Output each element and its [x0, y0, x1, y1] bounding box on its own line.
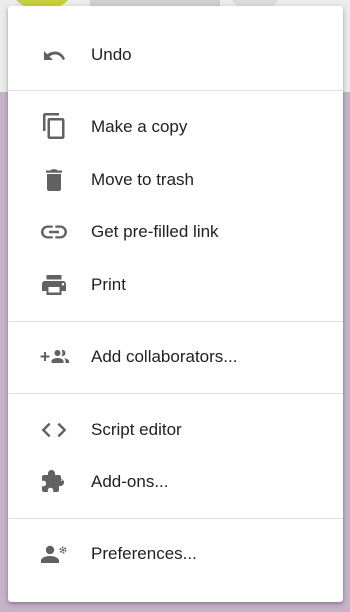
menu-divider	[8, 90, 343, 91]
undo-icon	[39, 43, 69, 67]
menu-item-label: Make a copy	[91, 117, 188, 136]
print-icon	[39, 273, 69, 297]
menu-item-label: Add collaborators...	[91, 347, 238, 366]
menu-item-label: Move to trash	[91, 170, 194, 189]
menu-item-preferences[interactable]: Preferences...	[8, 530, 343, 578]
menu-item-label: Preferences...	[91, 544, 197, 563]
puzzle-icon	[39, 470, 69, 494]
menu-item-move-to-trash[interactable]: Move to trash	[8, 156, 343, 204]
add-people-icon	[39, 345, 69, 369]
menu-item-label: Print	[91, 275, 126, 294]
menu-item-label: Get pre-filled link	[91, 222, 219, 241]
menu-item-label: Script editor	[91, 420, 182, 439]
menu-divider	[8, 321, 343, 322]
menu-item-print[interactable]: Print	[8, 261, 343, 309]
menu-item-script-editor[interactable]: Script editor	[8, 406, 343, 454]
link-icon	[39, 220, 69, 244]
menu-item-undo[interactable]: Undo	[8, 31, 343, 79]
code-icon	[39, 418, 69, 442]
menu-divider	[8, 518, 343, 519]
menu-item-add-ons[interactable]: Add-ons...	[8, 458, 343, 506]
trash-icon	[39, 168, 69, 192]
menu-item-label: Undo	[91, 45, 132, 64]
menu-divider	[8, 393, 343, 394]
menu-item-make-a-copy[interactable]: Make a copy	[8, 103, 343, 151]
menu-item-label: Add-ons...	[91, 472, 169, 491]
menu-item-add-collaborators[interactable]: Add collaborators...	[8, 333, 343, 381]
menu-item-get-pre-filled-link[interactable]: Get pre-filled link	[8, 208, 343, 256]
more-actions-menu: Undo Make a copy Move to trash Get pre-f…	[8, 6, 343, 602]
person-settings-icon	[39, 542, 69, 566]
copy-icon	[39, 113, 69, 139]
